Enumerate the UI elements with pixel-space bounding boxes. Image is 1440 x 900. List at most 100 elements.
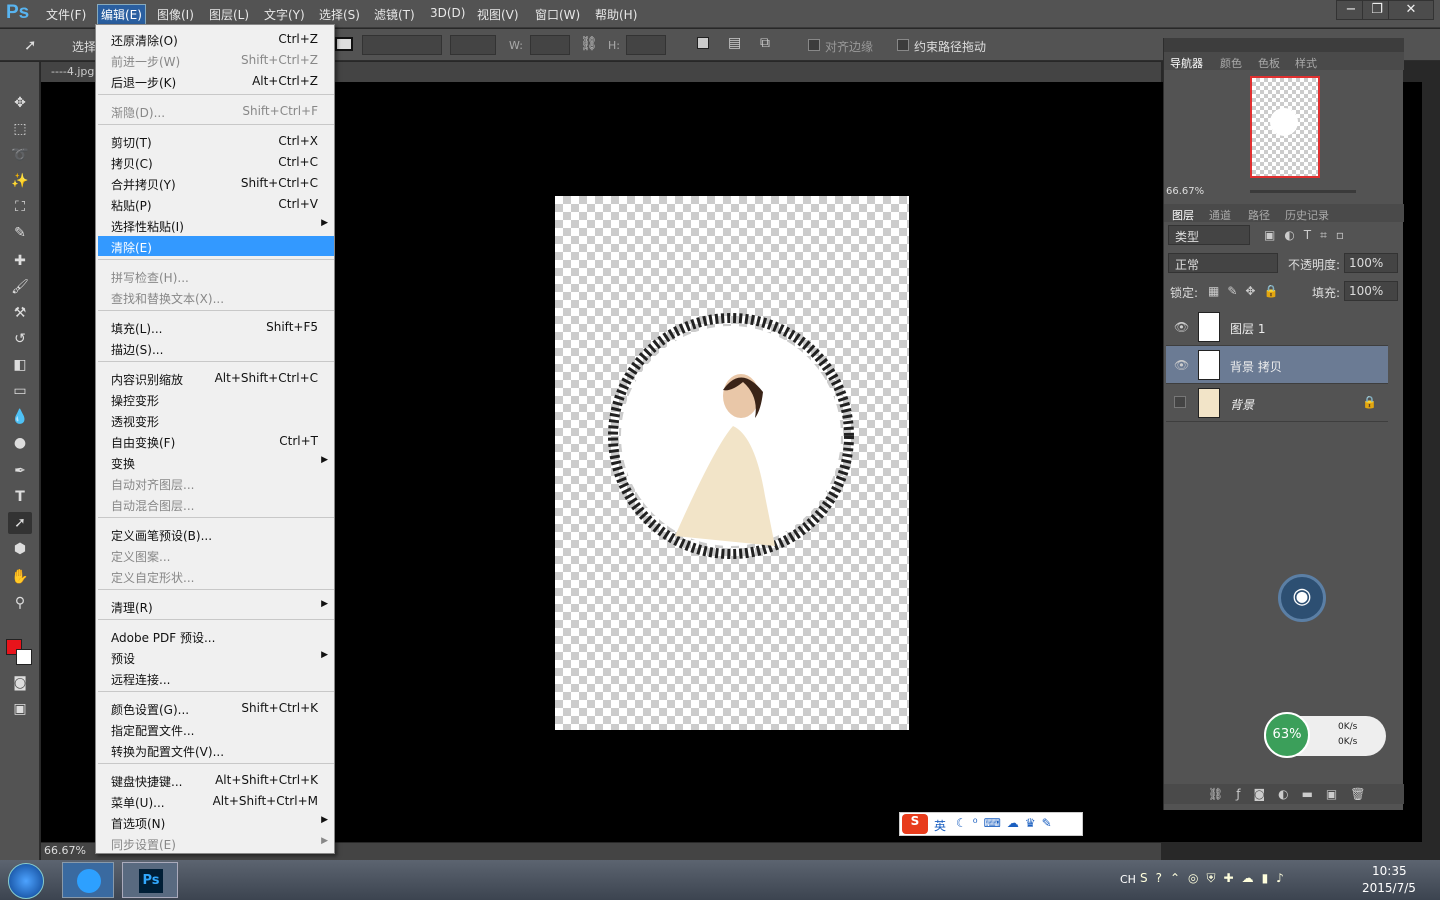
filter-icons[interactable]: ▣◐T⌗▫ [1264,228,1353,243]
tab-channels[interactable]: 通道 [1209,207,1231,223]
close-button[interactable]: ✕ [1388,0,1434,20]
menu-item[interactable]: 清理(R) ▶ [98,596,334,616]
path-select-tool-icon[interactable]: ➚ [24,36,37,54]
menu-item[interactable]: 清除(E) [98,236,334,256]
type-tool-icon[interactable]: T [8,486,32,508]
stroke-swatch[interactable] [335,37,353,51]
layer-filter-dropdown[interactable]: 类型 [1168,225,1250,245]
crop-tool-icon[interactable]: ⛶ [8,196,32,218]
stroke-width-field[interactable] [362,35,442,55]
menu-item[interactable]: 菜单(U)... Alt+Shift+Ctrl+M [98,791,334,811]
layer-row[interactable]: 👁 图层 1 [1166,308,1388,346]
menu-item[interactable]: 首选项(N) ▶ [98,812,334,832]
menu-item[interactable]: 定义画笔预设(B)... [98,524,334,544]
screen-mode-icon[interactable]: ▣ [8,698,32,720]
menu-item[interactable]: 选择性粘贴(I) ▶ [98,215,334,235]
hand-tool-icon[interactable]: ✋ [8,566,32,588]
visibility-box[interactable] [1174,396,1186,408]
ime-tools-icons[interactable]: ☾⁰⌨☁♛✎ [956,816,1058,830]
menu-item[interactable]: 合并拷贝(Y) Shift+Ctrl+C [98,173,334,193]
menu-item[interactable]: 远程连接... [98,668,334,688]
history-brush-tool-icon[interactable]: ↺ [8,328,32,350]
start-button[interactable] [8,863,44,899]
zoom-slider[interactable] [1250,190,1356,193]
menu-item[interactable]: 透视变形 [98,410,334,430]
healing-brush-tool-icon[interactable]: ✚ [8,250,32,272]
move-tool-icon[interactable]: ✥ [8,92,32,114]
menu-item[interactable]: 描边(S)... [98,338,334,358]
menu-image[interactable]: 图像(I) [157,6,194,23]
menu-item[interactable]: 拷贝(C) Ctrl+C [98,152,334,172]
layer-actions-bar[interactable]: ⛓ƒ◙◐▬▣🗑 [1164,784,1404,804]
menu-item[interactable]: 渐隐(D)... Shift+Ctrl+F [98,101,334,121]
blend-mode-dropdown[interactable]: 正常 [1168,253,1278,273]
path-arrangement-icon[interactable]: ⧉ [760,35,770,51]
menu-item[interactable]: 查找和替换文本(X)... [98,287,334,307]
menu-item[interactable]: 粘贴(P) Ctrl+V [98,194,334,214]
language-indicator[interactable]: CH [1120,873,1136,886]
zoom-tool-icon[interactable]: ⚲ [8,592,32,614]
menu-item[interactable]: Adobe PDF 预设... [98,626,334,646]
net-widget[interactable]: 63% 0K/s 0K/s [1264,712,1386,758]
brush-tool-icon[interactable]: 🖌 [8,276,32,298]
menu-item[interactable]: 剪切(T) Ctrl+X [98,131,334,151]
eraser-tool-icon[interactable]: ◧ [8,354,32,376]
wifi-icon[interactable]: ◉ [1278,574,1326,622]
gradient-tool-icon[interactable]: ▭ [8,380,32,402]
menu-item[interactable]: 定义自定形状... [98,566,334,586]
tab-layers[interactable]: 图层 [1172,207,1194,223]
link-icon[interactable]: ⛓ [580,36,598,52]
menu-select[interactable]: 选择(S) [319,6,360,23]
clone-stamp-tool-icon[interactable]: ⚒ [8,302,32,324]
ime-lang[interactable]: 英 [934,817,946,834]
menu-item[interactable]: 内容识别缩放 Alt+Shift+Ctrl+C [98,368,334,388]
stroke-type-dropdown[interactable] [450,35,496,55]
clock-date[interactable]: 2015/7/5 [1362,881,1416,895]
shape-tool-icon[interactable]: ⬢ [8,538,32,560]
document-canvas[interactable] [555,196,909,730]
eye-icon[interactable]: 👁 [1174,358,1189,372]
layer-row[interactable]: 👁 背景 拷贝 [1166,346,1388,384]
align-edges-checkbox[interactable] [808,39,820,51]
tab-paths[interactable]: 路径 [1248,207,1270,223]
menu-item[interactable]: 变换 ▶ [98,452,334,472]
dodge-tool-icon[interactable]: ● [8,432,32,454]
blur-tool-icon[interactable]: 💧 [8,406,32,428]
menu-item[interactable]: 操控变形 [98,389,334,409]
constrain-path-checkbox[interactable] [897,39,909,51]
menu-item[interactable]: 还原清除(O) Ctrl+Z [98,29,334,49]
ime-toolbar[interactable]: S 英 ☾⁰⌨☁♛✎ [899,812,1083,836]
fill-field[interactable]: 100% [1344,281,1398,301]
navigator-zoom[interactable]: 66.67% [1166,186,1204,197]
menu-view[interactable]: 视图(V) [477,6,519,23]
background-color-swatch[interactable] [16,649,32,665]
menu-filter[interactable]: 滤镜(T) [374,6,415,23]
menu-layer[interactable]: 图层(L) [209,6,249,23]
lock-icons[interactable]: ▦✎✥🔒 [1208,284,1286,298]
menu-item[interactable]: 前进一步(W) Shift+Ctrl+Z [98,50,334,70]
marquee-tool-icon[interactable]: ⬚ [8,118,32,140]
opacity-field[interactable]: 100% [1344,253,1398,273]
path-selection-tool-icon[interactable]: ➚ [8,512,32,534]
menu-item[interactable]: 定义图案... [98,545,334,565]
navigator-thumbnail[interactable] [1250,76,1320,178]
taskbar-app-photoshop[interactable]: Ps [122,862,178,898]
tab-history[interactable]: 历史记录 [1285,207,1329,223]
menu-item[interactable]: 拼写检查(H)... [98,266,334,286]
menu-item[interactable]: 指定配置文件... [98,719,334,739]
eyedropper-tool-icon[interactable]: ✎ [8,222,32,244]
taskbar-app-browser[interactable] [62,862,114,898]
lasso-tool-icon[interactable]: ➰ [8,144,32,166]
tab-color[interactable]: 颜色 [1220,55,1242,71]
menu-item[interactable]: 键盘快捷键... Alt+Shift+Ctrl+K [98,770,334,790]
menu-item[interactable]: 同步设置(E) ▶ [98,833,334,853]
menu-item[interactable]: 自动混合图层... [98,494,334,514]
menu-edit[interactable]: 编辑(E) [97,4,146,25]
menu-item[interactable]: 颜色设置(G)... Shift+Ctrl+K [98,698,334,718]
pen-tool-icon[interactable]: ✒ [8,460,32,482]
path-operations-icon[interactable] [697,37,709,49]
menu-item[interactable]: 自动对齐图层... [98,473,334,493]
magic-wand-tool-icon[interactable]: ✨ [8,170,32,192]
clock-time[interactable]: 10:35 [1372,864,1407,878]
menu-item[interactable]: 填充(L)... Shift+F5 [98,317,334,337]
